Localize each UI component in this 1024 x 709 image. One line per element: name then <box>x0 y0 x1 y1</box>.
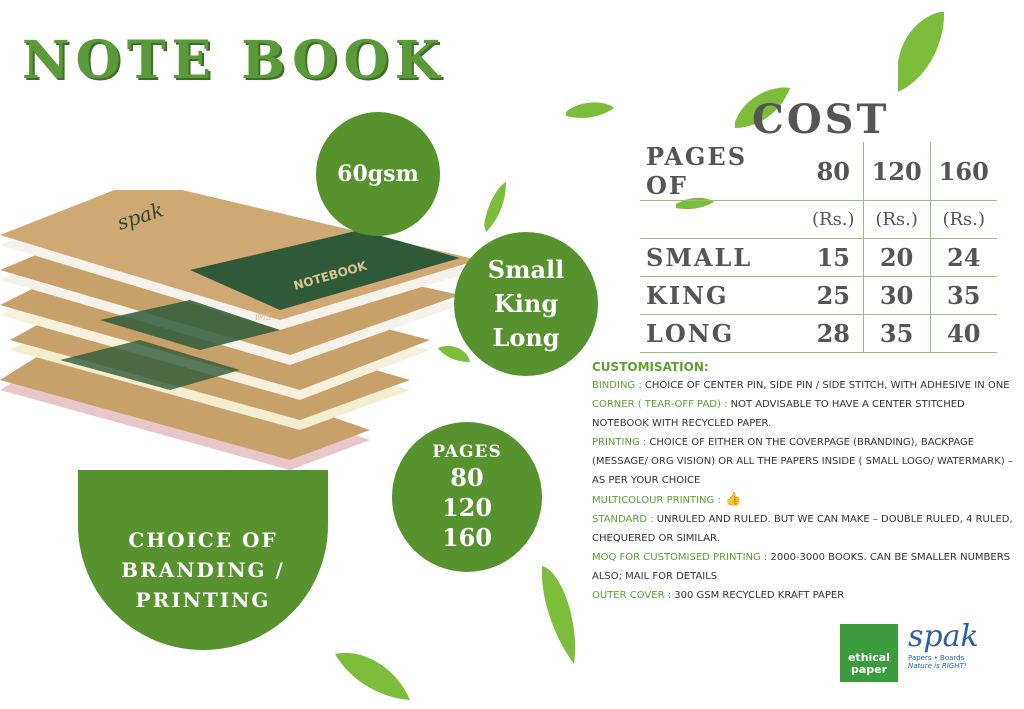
item-key: OUTER COVER : <box>592 590 672 601</box>
customisation-item: MULTICOLOUR PRINTING : 👍 <box>592 490 1022 510</box>
ethical-paper-logo: ethical paper <box>840 624 898 682</box>
item-text: UNRULED AND RULED. BUT WE CAN MAKE – DOU… <box>592 514 1013 544</box>
size-long: Long <box>492 323 560 352</box>
item-text: CHOICE OF EITHER ON THE COVERPAGE (BRAND… <box>592 437 1013 486</box>
spak-tagline: Nature is RIGHT! <box>908 662 967 670</box>
size-king: King <box>493 289 559 318</box>
item-key: STANDARD : <box>592 514 654 525</box>
item-text: CHOICE OF CENTER PIN, SIDE PIN / SIDE ST… <box>641 380 1010 391</box>
table-row: LONG 28 35 40 <box>640 314 997 353</box>
row-label: LONG <box>640 314 804 353</box>
pages-of-header: PAGES OF <box>640 142 804 201</box>
pages-label: PAGES <box>432 442 502 462</box>
customisation-item: CORNER ( TEAR-OFF PAD) : NOT ADVISABLE T… <box>592 395 1022 433</box>
leaf-icon <box>898 11 945 92</box>
branding-line-1: CHOICE OF <box>128 528 278 552</box>
item-key: CORNER ( TEAR-OFF PAD) : <box>592 399 728 410</box>
column-header: 80 <box>804 142 864 201</box>
price-cell: 15 <box>804 238 864 277</box>
item-key: PRINTING : <box>592 437 647 448</box>
unit-label: (Rs.) <box>929 200 997 239</box>
branding-line-2: BRANDING / <box>121 558 285 582</box>
pages-160: 160 <box>441 523 493 552</box>
gsm-text: 60gsm <box>337 161 419 187</box>
price-cell: 35 <box>862 314 931 353</box>
unit-label: (Rs.) <box>862 200 931 239</box>
pages-120: 120 <box>441 493 493 522</box>
price-cell: 30 <box>862 276 931 315</box>
column-header: 160 <box>929 142 997 201</box>
customisation-item: PRINTING : CHOICE OF EITHER ON THE COVER… <box>592 433 1022 490</box>
table-row: (Rs.) (Rs.) (Rs.) <box>640 200 997 239</box>
customisation-heading: CUSTOMISATION: <box>592 360 709 374</box>
price-cell: 35 <box>929 276 997 315</box>
size-small: Small <box>487 255 565 284</box>
customisation-item: BINDING : CHOICE OF CENTER PIN, SIDE PIN… <box>592 376 1022 395</box>
row-label: SMALL <box>640 238 804 277</box>
paper-text: paper <box>850 663 888 676</box>
item-text: 300 GSM RECYCLED KRAFT PAPER <box>671 590 845 601</box>
thumbs-up-icon: 👍 <box>720 492 742 507</box>
pages-80: 80 <box>450 463 484 492</box>
customisation-item: OUTER COVER : 300 GSM RECYCLED KRAFT PAP… <box>592 586 1022 605</box>
price-cell: 40 <box>929 314 997 353</box>
leaf-icon <box>335 652 410 700</box>
price-cell: 25 <box>804 276 864 315</box>
spak-wordmark: spak <box>908 619 979 654</box>
row-label: KING <box>640 276 804 315</box>
price-cell: 24 <box>929 238 997 277</box>
customisation-section: CUSTOMISATION: BINDING : CHOICE OF CENTE… <box>592 358 1022 605</box>
table-row: SMALL 15 20 24 <box>640 238 997 277</box>
cost-title: COST <box>752 96 890 143</box>
pages-badge: PAGES 80 120 160 <box>392 422 542 572</box>
spak-logo: spak Papers • Boards Nature is RIGHT! <box>908 620 1008 686</box>
leaf-icon <box>484 182 506 232</box>
item-key: BINDING : <box>592 380 642 391</box>
customisation-item: MOQ FOR CUSTOMISED PRINTING : 2000-3000 … <box>592 548 1022 586</box>
table-row: PAGES OF 80 120 160 <box>640 142 997 201</box>
sizes-badge: Small King Long <box>454 232 598 376</box>
price-cell: 28 <box>804 314 864 353</box>
unit-label: (Rs.) <box>804 200 864 239</box>
spak-subtitle: Papers • Boards <box>908 654 965 662</box>
leaf-icon <box>541 566 576 664</box>
customisation-item: STANDARD : UNRULED AND RULED. BUT WE CAN… <box>592 510 1022 548</box>
item-key: MOQ FOR CUSTOMISED PRINTING : <box>592 552 768 563</box>
price-cell: 20 <box>862 238 931 277</box>
item-key: MULTICOLOUR PRINTING : <box>592 495 721 506</box>
leaf-icon <box>566 102 614 118</box>
branding-line-3: PRINTING <box>135 588 271 612</box>
cost-table: PAGES OF 80 120 160 (Rs.) (Rs.) (Rs.) SM… <box>640 142 997 353</box>
table-row: KING 25 30 35 <box>640 276 997 315</box>
cover-mark: IMS <box>255 313 271 323</box>
gsm-badge: 60gsm <box>316 112 440 236</box>
page-title: NOTE BOOK <box>22 30 446 91</box>
column-header: 120 <box>862 142 931 201</box>
